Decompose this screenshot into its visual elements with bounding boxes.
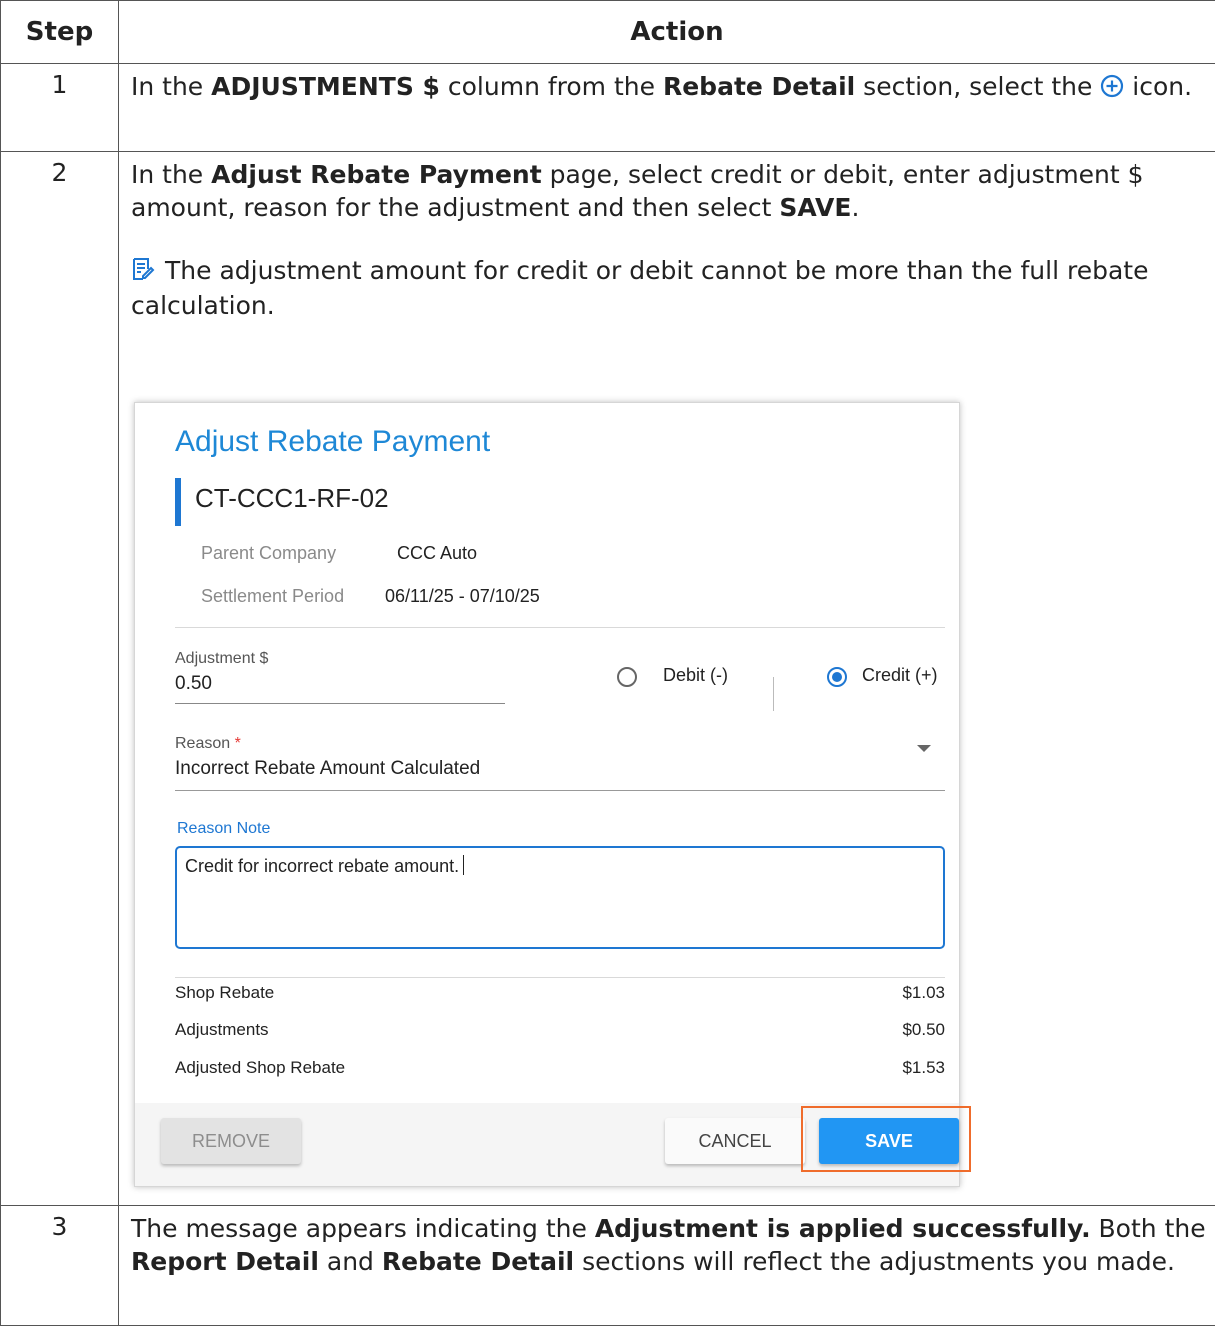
- debit-label[interactable]: Debit (-): [663, 665, 728, 686]
- adjustment-label: Adjustment $: [175, 650, 269, 667]
- remove-button[interactable]: REMOVE: [161, 1118, 301, 1164]
- required-mark: *: [234, 735, 241, 752]
- adjustment-underline: [175, 703, 505, 704]
- parent-company-label: Parent Company: [201, 543, 337, 563]
- adjustments-label: Adjustments: [175, 1020, 269, 1039]
- action-text: The message appears indicating the Adjus…: [118, 1205, 1215, 1326]
- cancel-button[interactable]: CANCEL: [665, 1118, 805, 1164]
- adjustment-input[interactable]: 0.50: [175, 673, 212, 695]
- step-number: 2: [0, 151, 119, 1206]
- dialog-title: Adjust Rebate Payment: [175, 425, 491, 458]
- debit-radio[interactable]: [617, 667, 637, 687]
- dialog-subtitle: CT-CCC1-RF-02: [195, 483, 389, 513]
- header-step: Step: [0, 0, 119, 64]
- action-text: In the ADJUSTMENTS $ column from the Reb…: [118, 63, 1215, 152]
- plus-circle-icon: [1100, 73, 1124, 106]
- shop-rebate-label: Shop Rebate: [175, 983, 275, 1002]
- credit-radio[interactable]: [827, 667, 847, 687]
- radio-separator: [773, 677, 774, 711]
- reason-value[interactable]: Incorrect Rebate Amount Calculated: [175, 758, 480, 780]
- divider: [175, 627, 945, 628]
- table-row: 1 In the ADJUSTMENTS $ column from the R…: [0, 63, 1215, 152]
- subtitle-accent-bar: [175, 478, 181, 526]
- save-highlight-box: [801, 1106, 971, 1172]
- reason-label: Reason *: [175, 735, 241, 752]
- reason-note-textarea[interactable]: Credit for incorrect rebate amount.: [175, 846, 945, 949]
- settlement-period-label: Settlement Period: [201, 586, 345, 606]
- credit-label[interactable]: Credit (+): [862, 665, 938, 686]
- step-number: 1: [0, 63, 119, 152]
- adjust-rebate-dialog: Adjust Rebate Payment CT-CCC1-RF-02 Pare…: [134, 402, 971, 1187]
- table-row: 3 The message appears indicating the Adj…: [0, 1205, 1215, 1326]
- reason-underline: [175, 790, 945, 791]
- adjustments-value: $0.50: [902, 1020, 945, 1039]
- text-cursor: [463, 855, 465, 875]
- step-number: 3: [0, 1205, 119, 1326]
- reason-note-label: Reason Note: [177, 820, 271, 837]
- note-icon: [131, 256, 155, 289]
- header-action: Action: [118, 0, 1215, 64]
- divider: [175, 977, 945, 978]
- table-header-row: Step Action: [0, 0, 1215, 64]
- note: The adjustment amount for credit or debi…: [131, 256, 1149, 320]
- shop-rebate-value: $1.03: [902, 983, 945, 1002]
- settlement-period-value: 06/11/25 - 07/10/25: [385, 586, 540, 606]
- chevron-down-icon[interactable]: [917, 745, 931, 752]
- adjusted-shop-rebate-value: $1.53: [902, 1058, 945, 1077]
- adjusted-shop-rebate-label: Adjusted Shop Rebate: [175, 1058, 346, 1077]
- parent-company-value: CCC Auto: [397, 543, 478, 563]
